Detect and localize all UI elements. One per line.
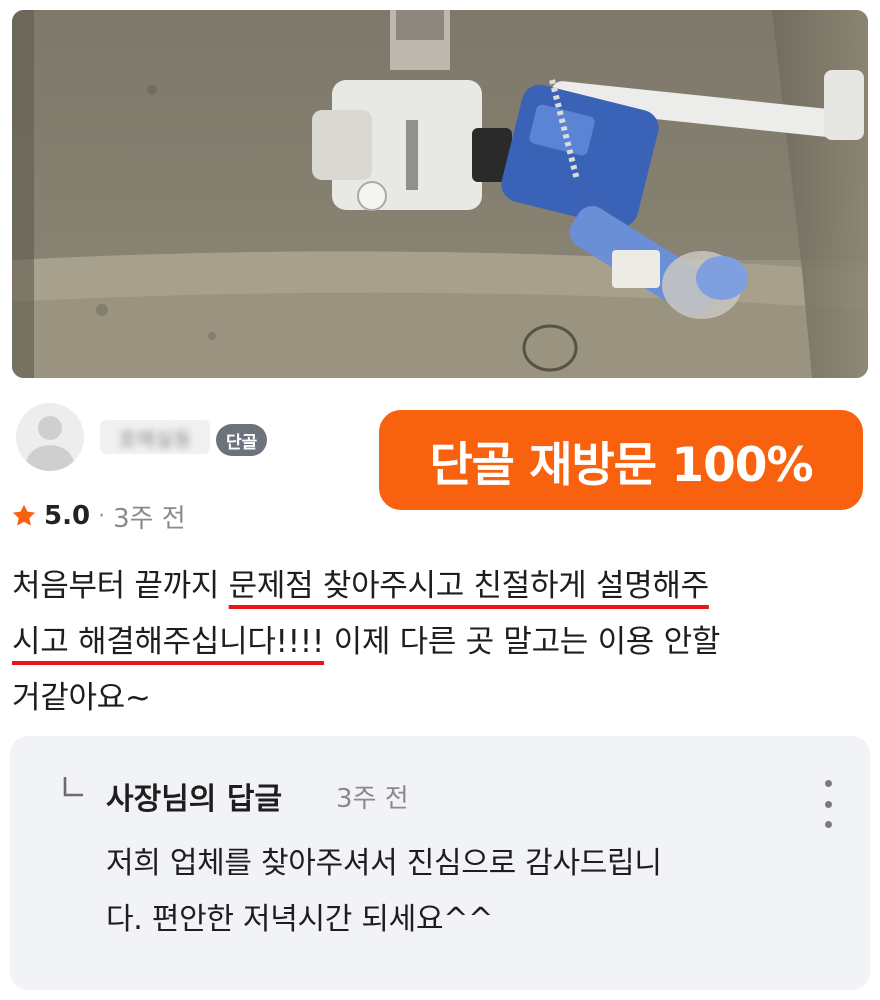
review-line-1-highlight: 문제점 찾아주시고 친절하게 설명해주 [228, 568, 709, 604]
review-text: 처음부터 끝까지 문제점 찾아주시고 친절하게 설명해주 시고 해결해주십니다!… [12, 558, 872, 726]
review-line-1-plain: 처음부터 끝까지 [12, 568, 229, 604]
rating-separator: · [98, 503, 106, 529]
owner-reply-line-2: 다. 편안한 저녁시간 되세요^^ [106, 902, 493, 937]
regular-customer-badge: 단골 [216, 424, 268, 456]
review-line-2-highlight: 시고 해결해주십니다!!!! [12, 624, 325, 660]
reviewer-name-text: 호매실동 [118, 426, 192, 451]
review-line-1: 처음부터 끝까지 문제점 찾아주시고 친절하게 설명해주 [12, 558, 872, 614]
avatar-body [26, 445, 74, 471]
owner-reply-text: 저희 업체를 찾아주셔서 진심으로 감사드립니 다. 편안한 저녁시간 되세요^… [106, 836, 826, 948]
review-line-2: 시고 해결해주십니다!!!! 이제 다른 곳 말고는 이용 안할 [12, 614, 872, 670]
rating-score: 5.0 [44, 501, 91, 531]
review-time: 3주 전 [113, 503, 186, 534]
review-line-2-plain: 이제 다른 곳 말고는 이용 안할 [324, 624, 721, 660]
rating-row: 5.0 · 3주 전 [10, 496, 186, 536]
owner-reply-line-1: 저희 업체를 찾아주셔서 진심으로 감사드립니 [106, 846, 662, 881]
review-photo[interactable] [12, 10, 868, 378]
avatar-head [38, 416, 62, 440]
avatar[interactable] [16, 403, 84, 471]
owner-reply-time: 3주 전 [336, 784, 409, 814]
owner-reply-box: 사장님의 답글 3주 전 저희 업체를 찾아주셔서 진심으로 감사드립니 다. … [10, 736, 870, 990]
review-line-3: 거같아요~ [12, 680, 151, 716]
more-options-icon[interactable] [818, 780, 838, 828]
reply-arrow-icon [63, 777, 83, 797]
toilet-tank-photo [12, 10, 868, 378]
revisit-banner: 단골 재방문 100% [379, 410, 863, 510]
reviewer-name[interactable]: 호매실동 [100, 420, 210, 454]
star-icon [12, 504, 36, 526]
owner-reply-title: 사장님의 답글 [106, 782, 283, 817]
